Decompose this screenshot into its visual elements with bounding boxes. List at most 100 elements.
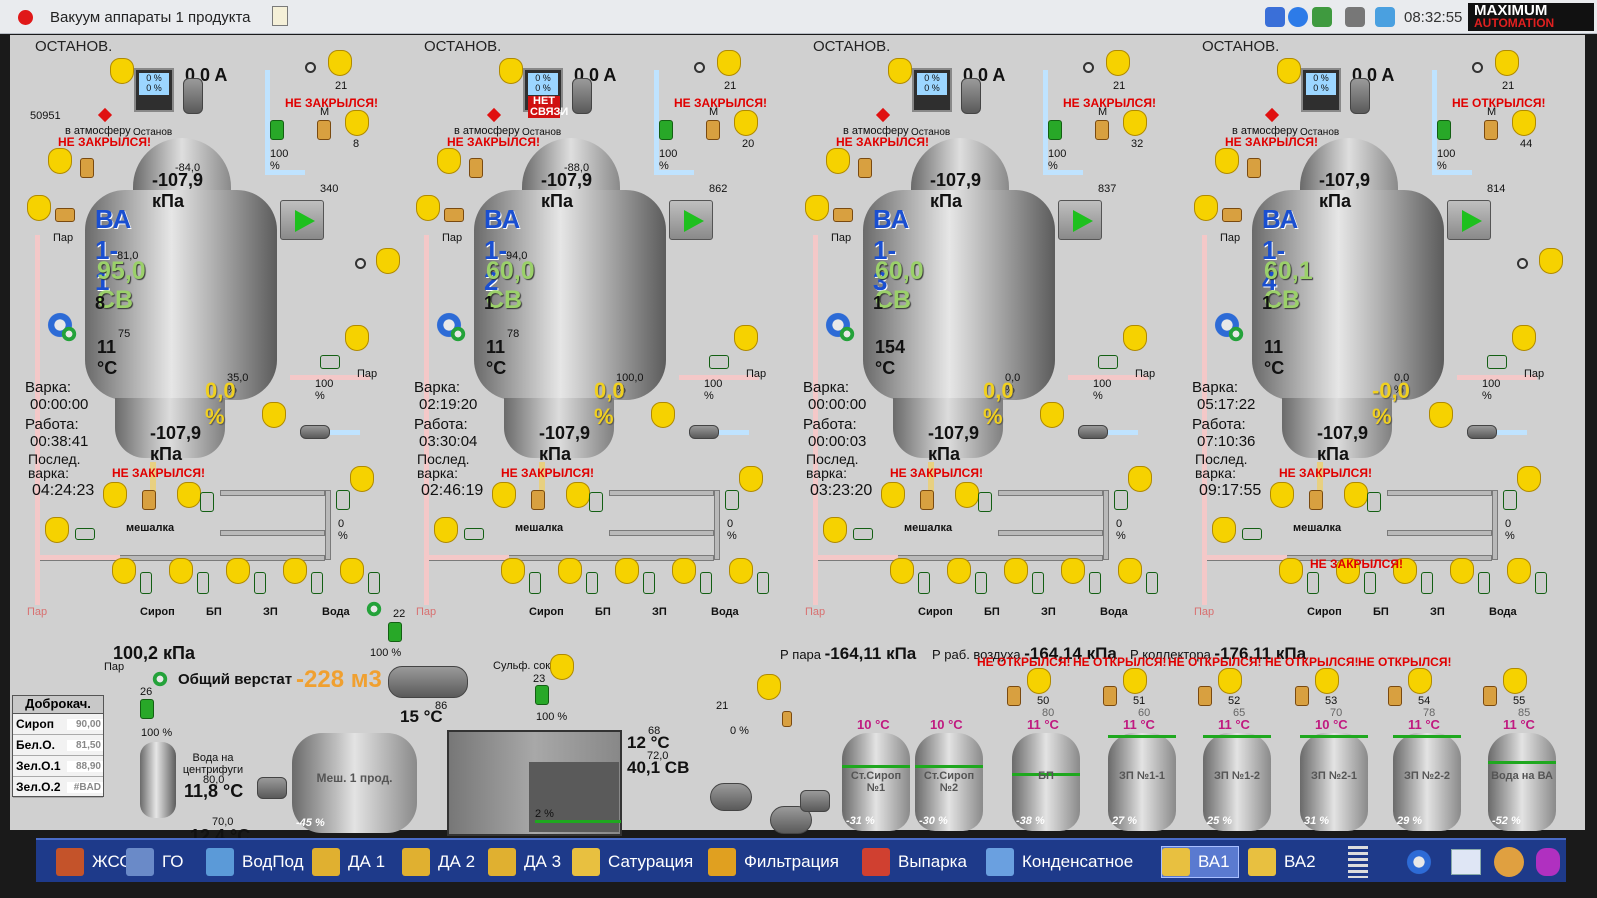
- small-tank[interactable]: ЗП №1-2 25 %: [1203, 733, 1271, 831]
- manual-hand-icon[interactable]: [739, 466, 763, 492]
- manual-hand-icon[interactable]: [1118, 558, 1142, 584]
- menu-icon[interactable]: [1348, 846, 1368, 878]
- manual-hand-icon[interactable]: [110, 58, 134, 84]
- valve-product-3[interactable]: [643, 572, 655, 594]
- start-button[interactable]: [280, 200, 324, 240]
- manual-hand-icon[interactable]: [1123, 110, 1147, 136]
- nav-factory-0[interactable]: ЖСО: [56, 846, 133, 878]
- manual-hand-icon[interactable]: [1212, 517, 1236, 543]
- valve-vacuum[interactable]: [270, 120, 284, 140]
- manual-hand-icon[interactable]: [1218, 668, 1242, 694]
- drive-panel[interactable]: 0 % 0 %: [912, 68, 952, 112]
- manual-hand-icon[interactable]: [1517, 466, 1541, 492]
- valve-steam[interactable]: [444, 208, 464, 222]
- valve-product-3[interactable]: [1421, 572, 1433, 594]
- valve-product-4[interactable]: [311, 572, 323, 594]
- manual-hand-icon[interactable]: [1344, 482, 1368, 508]
- manual-hand-icon[interactable]: [1004, 558, 1028, 584]
- manual-hand-icon[interactable]: [1277, 58, 1301, 84]
- water-heater-tank[interactable]: [140, 742, 176, 818]
- manual-hand-icon[interactable]: [651, 402, 675, 428]
- manual-hand-icon[interactable]: [262, 402, 286, 428]
- small-tank[interactable]: ЗП №2-2 29 %: [1393, 733, 1461, 831]
- nav-diffusion-5[interactable]: ДА 3: [488, 846, 561, 878]
- valve-product-5[interactable]: [368, 572, 380, 594]
- manual-hand-icon[interactable]: [805, 195, 829, 221]
- manual-hand-icon[interactable]: [947, 558, 971, 584]
- manual-hand-icon[interactable]: [1061, 558, 1085, 584]
- manual-hand-icon[interactable]: [376, 248, 400, 274]
- manual-hand-icon[interactable]: [416, 195, 440, 221]
- manual-hand-icon[interactable]: [729, 558, 753, 584]
- manual-hand-icon[interactable]: [1512, 110, 1536, 136]
- vacuum-motor[interactable]: [183, 78, 203, 114]
- manual-hand-icon[interactable]: [434, 517, 458, 543]
- manual-hand-icon[interactable]: [1128, 466, 1152, 492]
- start-button[interactable]: [1058, 200, 1102, 240]
- close-window-icon[interactable]: [18, 10, 33, 25]
- manual-hand-icon[interactable]: [734, 110, 758, 136]
- nav-filter-1[interactable]: ГО: [126, 846, 183, 878]
- drive-panel[interactable]: 0 % 0 %: [1301, 68, 1341, 112]
- engineer-tools-icon[interactable]: [1494, 847, 1524, 877]
- mixer-tank[interactable]: Меш. 1 прод. -45 %: [292, 733, 417, 833]
- valve-vacuum[interactable]: [659, 120, 673, 140]
- small-tank[interactable]: БП -38 %: [1012, 733, 1080, 831]
- manual-hand-icon[interactable]: [48, 148, 72, 174]
- trend-chart-icon[interactable]: [1451, 849, 1481, 875]
- valve-m[interactable]: [706, 120, 720, 140]
- pump-small[interactable]: [300, 425, 330, 439]
- manual-hand-icon[interactable]: [881, 482, 905, 508]
- small-tank-valve[interactable]: [1103, 686, 1117, 706]
- valve-return[interactable]: [1114, 490, 1128, 510]
- nav-diffusion-3[interactable]: ДА 1: [312, 846, 385, 878]
- manual-hand-icon[interactable]: [757, 674, 781, 700]
- valve-vacuum[interactable]: [1048, 120, 1062, 140]
- settings-gear-small-icon[interactable]: [838, 325, 856, 343]
- manual-hand-icon[interactable]: [226, 558, 250, 584]
- pump-motor[interactable]: [257, 777, 287, 799]
- manual-hand-icon[interactable]: [499, 58, 523, 84]
- nav-evaporation-8[interactable]: Выпарка: [862, 846, 967, 878]
- nav-saturation-6[interactable]: Сатурация: [572, 846, 693, 878]
- manual-hand-icon[interactable]: [1507, 558, 1531, 584]
- valve-mixer[interactable]: [853, 528, 873, 540]
- valve-atmosphere[interactable]: [80, 158, 94, 178]
- settings-gear-small-icon[interactable]: [449, 325, 467, 343]
- manual-hand-icon[interactable]: [1027, 668, 1051, 694]
- manual-hand-icon[interactable]: [1429, 402, 1453, 428]
- manual-hand-icon[interactable]: [492, 482, 516, 508]
- manual-hand-icon[interactable]: [103, 482, 127, 508]
- valve-return[interactable]: [1503, 490, 1517, 510]
- valve-atmosphere[interactable]: [1247, 158, 1261, 178]
- saturation-tank[interactable]: 2 %: [447, 730, 622, 836]
- heater[interactable]: [388, 666, 468, 698]
- valve-m[interactable]: [1484, 120, 1498, 140]
- valve-product-1[interactable]: [1307, 572, 1319, 594]
- pump-1[interactable]: [710, 783, 752, 811]
- vacuum-motor[interactable]: [961, 78, 981, 114]
- valve-product-4[interactable]: [1089, 572, 1101, 594]
- pump-small[interactable]: [1078, 425, 1108, 439]
- manual-hand-icon[interactable]: [1215, 148, 1239, 174]
- chat-icon[interactable]: [1288, 7, 1308, 27]
- manual-hand-icon[interactable]: [345, 325, 369, 351]
- manual-hand-icon[interactable]: [27, 195, 51, 221]
- valve-atmosphere[interactable]: [469, 158, 483, 178]
- valve-mixer[interactable]: [464, 528, 484, 540]
- valve-26[interactable]: [140, 699, 154, 719]
- valve-drain[interactable]: [920, 490, 934, 510]
- refresh-icon[interactable]: [151, 670, 169, 688]
- manual-hand-icon[interactable]: [1408, 668, 1432, 694]
- valve-return[interactable]: [336, 490, 350, 510]
- telegram-icon[interactable]: [1375, 7, 1395, 27]
- valve-product-4[interactable]: [700, 572, 712, 594]
- manual-hand-icon[interactable]: [672, 558, 696, 584]
- nav-diffusion-4[interactable]: ДА 2: [402, 846, 475, 878]
- small-tank-valve[interactable]: [1483, 686, 1497, 706]
- user-icon[interactable]: [1345, 7, 1365, 27]
- valve-product-3[interactable]: [254, 572, 266, 594]
- valve-21-bottom[interactable]: [782, 711, 792, 727]
- manual-hand-icon[interactable]: [283, 558, 307, 584]
- valve-steam[interactable]: [55, 208, 75, 222]
